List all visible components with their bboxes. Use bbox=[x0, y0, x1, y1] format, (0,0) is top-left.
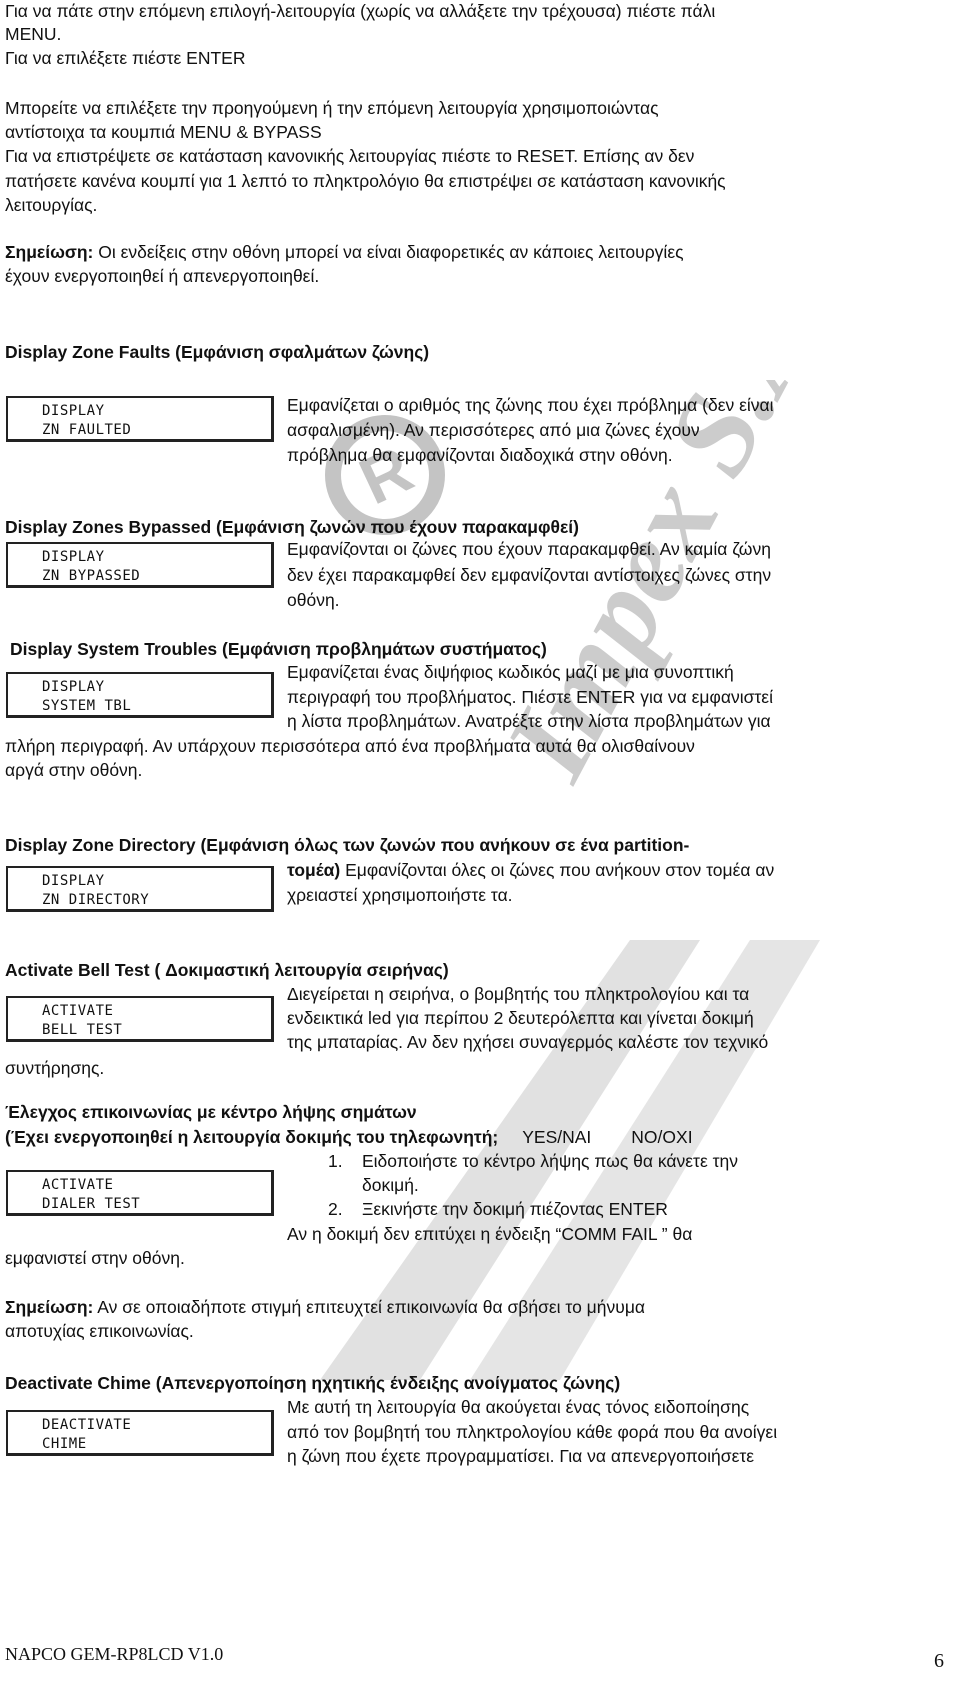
intro-line: Για να πάτε στην επόμενη επιλογή-λειτουρ… bbox=[5, 1, 716, 21]
step-text: Ειδοποιήστε το κέντρο λήψης πως θα κάνετ… bbox=[362, 1151, 739, 1171]
note-label: Σημείωση: bbox=[5, 242, 94, 262]
lcd-row: DISPLAY bbox=[42, 403, 105, 419]
lcd-row: ACTIVATE bbox=[42, 1003, 114, 1019]
lcd-row: ACTIVATE bbox=[42, 1177, 114, 1193]
text-line: Εμφανίζεται ο αριθμός της ζώνης που έχει… bbox=[287, 395, 774, 415]
footer-doc-id: NAPCO GEM-RP8LCD V1.0 bbox=[5, 1644, 224, 1664]
section-title-comm-test: Έλεγχος επικοινωνίας με κέντρο λήψης σημ… bbox=[5, 1102, 417, 1122]
lcd-row: DISPLAY bbox=[42, 873, 105, 889]
text-line: τομέα) Εμφανίζονται όλες οι ζώνες που αν… bbox=[287, 859, 774, 881]
intro-line: λειτουργίας. bbox=[5, 195, 98, 215]
lcd-row: SYSTEM TBL bbox=[42, 698, 132, 714]
text-line: η λίστα προβλημάτων. Ανατρέξτε στην λίστ… bbox=[287, 711, 771, 731]
intro-line: Για να επιστρέψετε σε κατάσταση κανονική… bbox=[5, 146, 695, 166]
intro-line: πατήσετε κανένα κουμπί για 1 λεπτό το πλ… bbox=[5, 171, 726, 191]
intro-line: Μπορείτε να επιλέξετε την προηγούμενη ή … bbox=[5, 98, 659, 118]
no-option: NO/OXI bbox=[631, 1127, 693, 1147]
section-title-zone-directory: Display Zone Directory (Εμφάνιση όλως τω… bbox=[5, 835, 690, 855]
note-text: Αν σε οποιαδήποτε στιγμή επιτευχτεί επικ… bbox=[93, 1297, 646, 1317]
section-title-deactivate-chime: Deactivate Chime (Απενεργοποίηση ηχητική… bbox=[5, 1373, 621, 1393]
text-line: χρειαστεί χρησιμοποιήστε τα. bbox=[287, 885, 513, 905]
page-number: 6 bbox=[934, 1650, 944, 1672]
text-line: της μπαταρίας. Αν δεν ηχήσει συναγερμός … bbox=[287, 1032, 769, 1052]
lcd-display-zn-directory: DISPLAY ZN DIRECTORY bbox=[6, 866, 274, 912]
question: (Έχει ενεργοποιηθεί η λειτουργία δοκιμής… bbox=[5, 1127, 499, 1147]
lcd-row: ZN FAULTED bbox=[42, 422, 132, 438]
intro-line: MENU. bbox=[5, 24, 62, 44]
yes-option: YES/NAI bbox=[522, 1127, 592, 1147]
note-1: Σημείωση: Οι ενδείξεις στην οθόνη μπορεί… bbox=[5, 241, 684, 263]
lcd-activate-bell-test: ACTIVATE BELL TEST bbox=[6, 996, 274, 1042]
step-number: 1. bbox=[328, 1151, 343, 1171]
lcd-row: DISPLAY bbox=[42, 549, 105, 565]
note-text: Οι ενδείξεις στην οθόνη μπορεί να είναι … bbox=[93, 242, 684, 262]
lcd-row: CHIME bbox=[42, 1436, 87, 1452]
lcd-deactivate-chime: DEACTIVATE CHIME bbox=[6, 1410, 274, 1456]
lcd-row: ZN BYPASSED bbox=[42, 568, 141, 584]
section-title-bell-test: Activate Bell Test ( Δοκιμαστική λειτουρ… bbox=[5, 960, 449, 980]
text-line: συντήρησης. bbox=[5, 1058, 105, 1078]
intro-line: αντίστοιχα τα κουμπιά MENU & BYPASS bbox=[5, 122, 322, 142]
bold-text: τομέα) bbox=[287, 860, 341, 880]
text-line: Διεγείρεται η σειρήνα, ο βομβητής του πλ… bbox=[287, 984, 750, 1004]
text-line: οθόνη. bbox=[287, 590, 340, 610]
text-line: εμφανιστεί στην οθόνη. bbox=[5, 1248, 185, 1268]
text-line: από τον βομβητή του πληκτρολογίου κάθε φ… bbox=[287, 1422, 778, 1442]
note-1-line2: έχουν ενεργοποιηθεί ή απενεργοποιηθεί. bbox=[5, 266, 320, 286]
section-title-zones-bypassed: Display Zones Bypassed (Εμφάνιση ζωνών π… bbox=[5, 517, 579, 537]
note-2: Σημείωση: Αν σε οποιαδήποτε στιγμή επιτε… bbox=[5, 1296, 645, 1318]
intro-line: Για να επιλέξετε πιέστε ENTER bbox=[5, 48, 246, 68]
text-line: Εμφανίζεται ένας διψήφιος κωδικός μαζί μ… bbox=[287, 662, 734, 682]
text-line: πλήρη περιγραφή. Αν υπάρχουν περισσότερα… bbox=[5, 736, 695, 756]
lcd-row: BELL TEST bbox=[42, 1022, 123, 1038]
section-title-zone-faults: Display Zone Faults (Εμφάνιση σφαλμάτων … bbox=[5, 342, 430, 362]
lcd-display-zn-bypassed: DISPLAY ZN BYPASSED bbox=[6, 542, 274, 588]
step-number: 2. bbox=[328, 1199, 343, 1219]
step-text: δοκιμή. bbox=[362, 1175, 419, 1195]
text-line: η ζώνη που έχετε προγραμματίσει. Για να … bbox=[287, 1446, 755, 1466]
note-2-line2: αποτυχίας επικοινωνίας. bbox=[5, 1321, 194, 1341]
lcd-row: DEACTIVATE bbox=[42, 1417, 132, 1433]
lcd-display-system-tbl: DISPLAY SYSTEM TBL bbox=[6, 672, 274, 718]
lcd-row: ZN DIRECTORY bbox=[42, 892, 150, 908]
text-line: Αν η δοκιμή δεν επιτύχει η ένδειξη “COMM… bbox=[287, 1224, 693, 1244]
text-line: περιγραφή του προβλήματος. Πιέστε ENTER … bbox=[287, 687, 773, 707]
text-line: δεν έχει παρακαμφθεί δεν εμφανίζονται αν… bbox=[287, 565, 772, 585]
text-line: πρόβλημα θα εμφανίζονται διαδοχικά στην … bbox=[287, 445, 673, 465]
lcd-activate-dialer-test: ACTIVATE DIALER TEST bbox=[6, 1170, 274, 1216]
text-line: ασφαλισμένη). Αν περισσότερες από μια ζώ… bbox=[287, 420, 700, 440]
section-title-system-troubles: Display System Troubles (Εμφάνιση προβλη… bbox=[10, 639, 547, 659]
text-line: Με αυτή τη λειτουργία θα ακούγεται ένας … bbox=[287, 1397, 750, 1417]
comm-test-question: (Έχει ενεργοποιηθεί η λειτουργία δοκιμής… bbox=[5, 1126, 693, 1148]
text-line: ενδεικτικά led για περίπου 2 δευτερόλεπτ… bbox=[287, 1008, 754, 1028]
text: Εμφανίζονται όλες οι ζώνες που ανήκουν σ… bbox=[340, 860, 775, 880]
lcd-row: DISPLAY bbox=[42, 679, 105, 695]
step-text: Ξεκινήστε την δοκιμή πιέζοντας ENTER bbox=[362, 1199, 668, 1219]
text-line: Εμφανίζονται οι ζώνες που έχουν παρακαμφ… bbox=[287, 539, 771, 559]
lcd-display-zn-faulted: DISPLAY ZN FAULTED bbox=[6, 396, 274, 442]
text-line: αργά στην οθόνη. bbox=[5, 760, 143, 780]
lcd-row: DIALER TEST bbox=[42, 1196, 141, 1212]
note-label: Σημείωση: bbox=[5, 1297, 94, 1317]
